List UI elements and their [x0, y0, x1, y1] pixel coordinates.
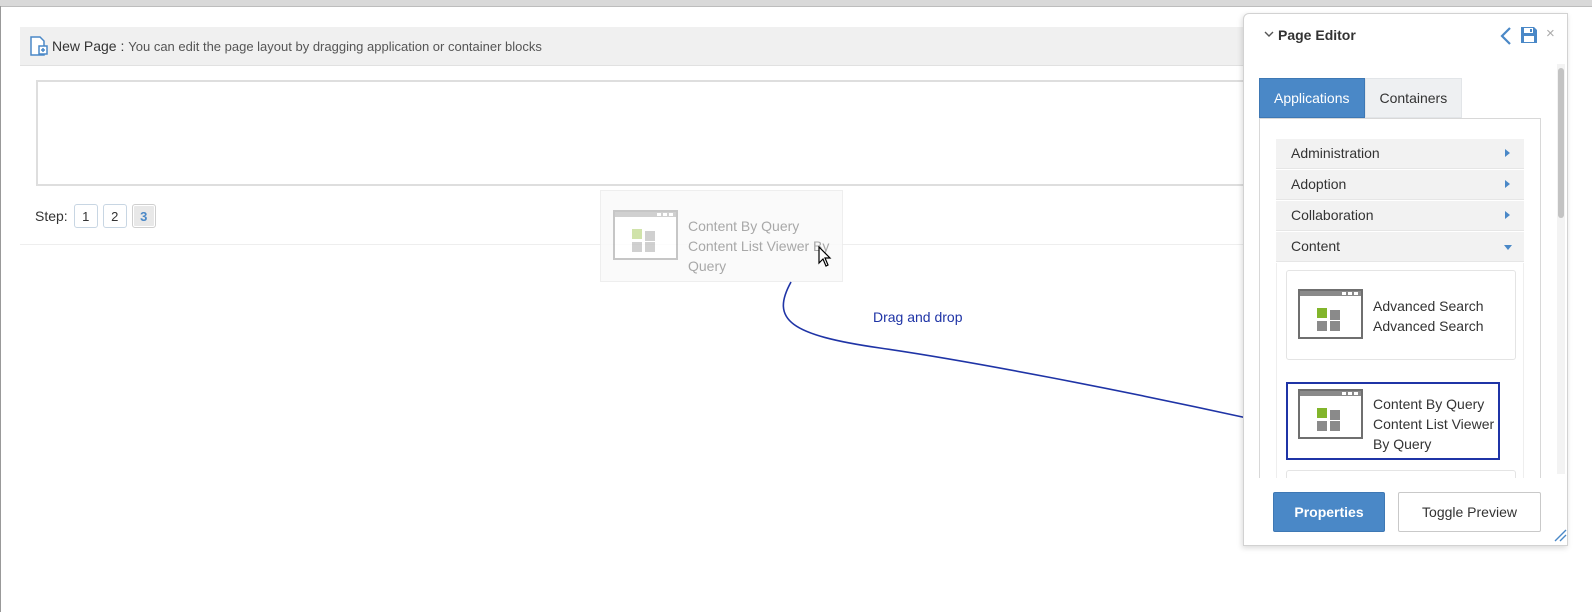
- application-icon: [613, 210, 678, 260]
- properties-button[interactable]: Properties: [1273, 492, 1385, 532]
- app-description: Content List Viewer By Query: [1373, 416, 1495, 452]
- toggle-preview-button[interactable]: Toggle Preview: [1398, 492, 1541, 532]
- content-applications-list: Advanced Search Advanced Search Content …: [1276, 263, 1524, 478]
- category-label: Adoption: [1291, 176, 1347, 192]
- application-icon: [1298, 389, 1363, 439]
- scrollbar-thumb[interactable]: [1558, 68, 1564, 218]
- category-label: Content: [1291, 238, 1341, 254]
- step-2-button[interactable]: 2: [102, 204, 127, 228]
- page-layout-drop-zone[interactable]: [36, 80, 1266, 186]
- collapse-chevron-icon[interactable]: [1264, 27, 1274, 42]
- page-description: You can edit the page layout by dragging…: [128, 39, 542, 54]
- expand-arrow-icon: [1505, 149, 1510, 157]
- page-toolbar: New Page : You can edit the page layout …: [20, 27, 1260, 66]
- expand-arrow-icon: [1505, 180, 1510, 188]
- category-label: Administration: [1291, 145, 1380, 161]
- tab-applications[interactable]: Applications: [1259, 78, 1365, 118]
- application-next-partial[interactable]: [1286, 470, 1516, 478]
- category-administration[interactable]: Administration: [1276, 139, 1524, 169]
- mouse-pointer-icon: [818, 245, 832, 271]
- category-content[interactable]: Content: [1276, 232, 1524, 262]
- app-title: Advanced Search: [1373, 298, 1484, 314]
- step-navigation: Step: 1 2 3: [35, 204, 161, 228]
- drag-ghost-application[interactable]: Content By Query Content List Viewer By …: [600, 190, 843, 282]
- expand-arrow-icon: [1505, 211, 1510, 219]
- page-editor-panel: Page Editor × Applications Containers Ad…: [1243, 13, 1568, 546]
- application-content-by-query[interactable]: Content By Query Content List Viewer By …: [1286, 382, 1500, 460]
- app-description: Advanced Search: [1373, 318, 1484, 334]
- application-icon: [1298, 289, 1363, 339]
- ghost-app-title: Content By Query: [688, 218, 800, 234]
- page-title: New Page : You can edit the page layout …: [52, 38, 542, 54]
- title-separator: :: [116, 38, 129, 54]
- tab-containers[interactable]: Containers: [1364, 78, 1463, 118]
- editor-scrollbar[interactable]: [1557, 64, 1565, 474]
- collapse-arrow-icon: [1504, 245, 1512, 250]
- page-editor-header: Page Editor ×: [1244, 14, 1567, 56]
- drag-and-drop-label: Drag and drop: [873, 309, 963, 325]
- new-page-icon: [30, 36, 48, 59]
- window-left-edge: [0, 6, 1, 612]
- browser-top-strip: [0, 0, 1592, 7]
- page-title-text: New Page: [52, 38, 117, 54]
- page-editor-title: Page Editor: [1278, 27, 1356, 43]
- editor-tabs: Applications Containers: [1259, 78, 1463, 118]
- category-label: Collaboration: [1291, 207, 1374, 223]
- applications-pane: Administration Adoption Collaboration Co…: [1259, 118, 1541, 478]
- close-icon[interactable]: ×: [1546, 25, 1555, 42]
- resize-handle-icon[interactable]: [1553, 528, 1567, 545]
- application-advanced-search[interactable]: Advanced Search Advanced Search: [1286, 270, 1516, 360]
- step-1-button[interactable]: 1: [73, 204, 98, 228]
- category-adoption[interactable]: Adoption: [1276, 170, 1524, 200]
- step-label: Step:: [35, 208, 68, 224]
- ghost-app-description: Content List Viewer By Query: [688, 238, 830, 274]
- save-icon[interactable]: [1520, 26, 1538, 47]
- category-collaboration[interactable]: Collaboration: [1276, 201, 1524, 231]
- step-3-button[interactable]: 3: [131, 204, 156, 228]
- app-title: Content By Query: [1373, 396, 1485, 412]
- back-arrow-icon[interactable]: [1499, 27, 1513, 48]
